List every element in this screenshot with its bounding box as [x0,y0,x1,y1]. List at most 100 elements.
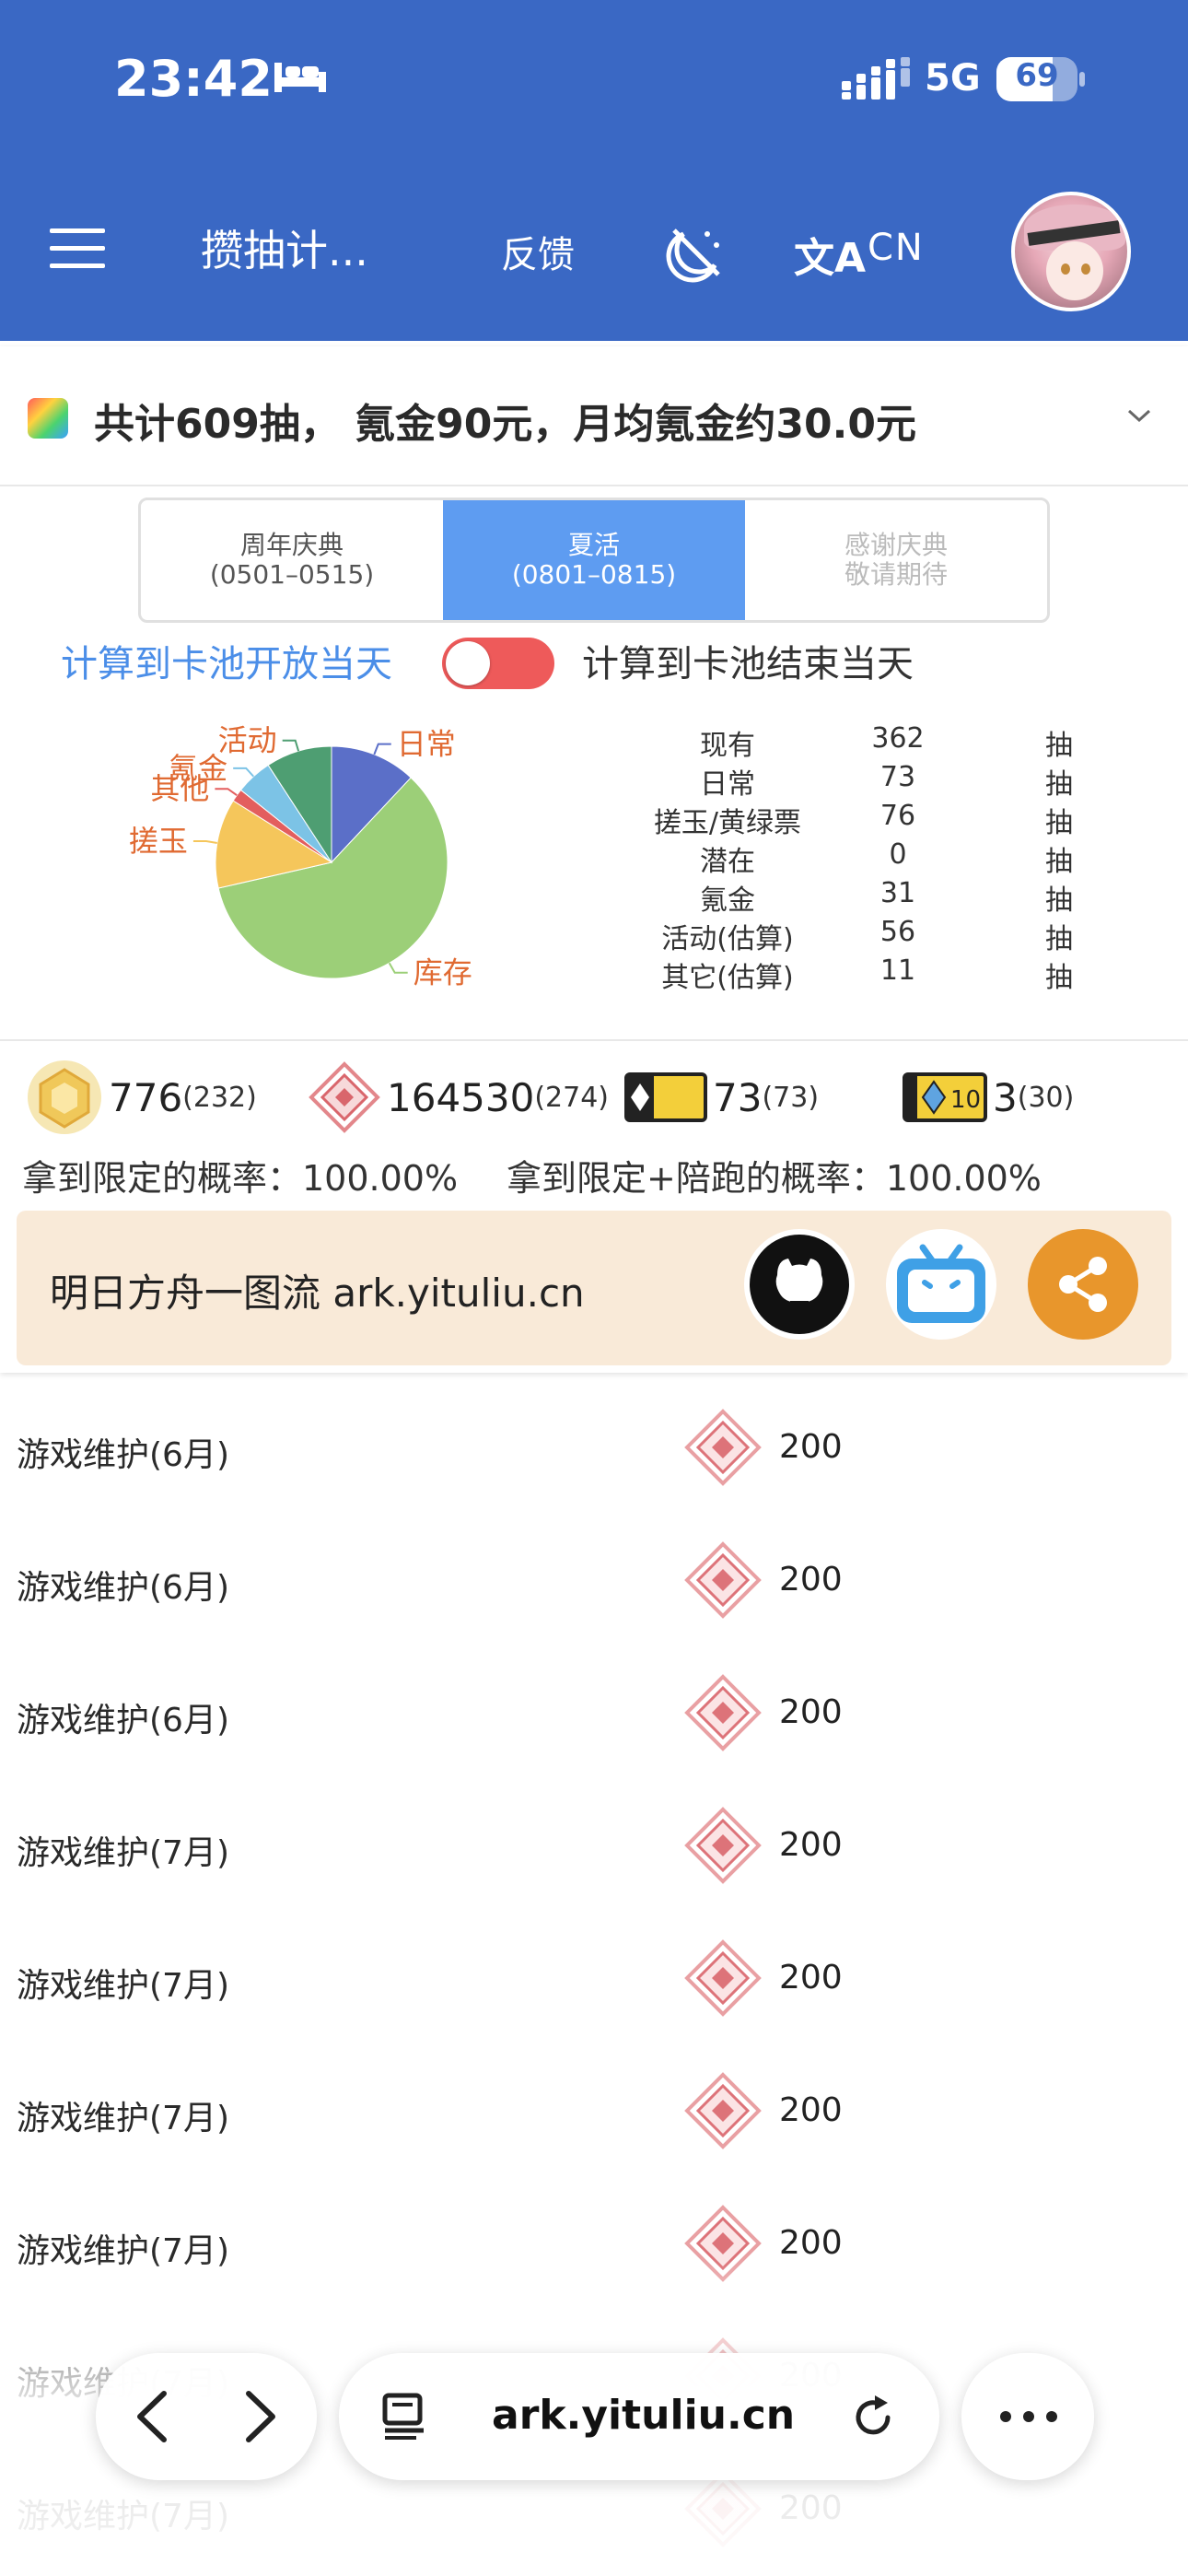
url-text[interactable]: ark.yituliu.cn [492,2392,795,2439]
stat-unit: 抽 [1045,730,1073,762]
orundum-icon [684,1674,762,1751]
bilibili-button[interactable] [886,1229,996,1340]
pie-leader-4 [233,767,254,778]
list-item: 游戏维护(6月) 200 [0,1515,1188,1647]
stat-row: 现有 362 抽 [626,722,1105,762]
color-square-icon [28,398,68,439]
tab-line1: 感谢庆典 [844,530,948,560]
item-name: 游戏维护(7月) [17,1967,229,2005]
pie-label-5: 活动 [218,723,277,758]
stat-label: 氪金 [700,884,755,917]
tab-anniversary[interactable]: 周年庆典 (0501–0515) [141,500,443,620]
stat-value: 362 [871,722,925,755]
avatar[interactable] [1011,192,1131,311]
tab-summer[interactable]: 夏活 (0801–0815) [443,500,745,620]
orundum-pulls: (274) [534,1081,610,1114]
stat-label: 活动(估算) [661,923,794,955]
github-icon [750,1235,849,1334]
item-name: 游戏维护(7月) [17,2100,229,2137]
sleep-mode-icon [274,63,326,92]
item-name: 游戏维护(6月) [17,1569,229,1607]
orundum-icon [684,1541,762,1619]
calc-open-label[interactable]: 计算到卡池开放当天 [61,634,392,687]
orundum-icon [684,2072,762,2149]
stat-value: 56 [879,916,916,948]
tab-thanks[interactable]: 感谢庆典 敬请期待 [745,500,1047,620]
site-banner: 明日方舟一图流 ark.yituliu.cn [17,1211,1171,1365]
stat-row: 其它(估算) 11 抽 [626,954,1105,994]
list-item: 游戏维护(6月) 200 [0,1382,1188,1515]
list-item: 游戏维护(7月) 200 [0,1780,1188,1913]
item-amount: 200 [779,1561,843,1598]
calc-mode-toggle[interactable] [442,638,554,689]
url-bar[interactable]: ark.yituliu.cn [339,2353,939,2480]
item-amount: 200 [779,1693,843,1731]
feedback-link[interactable]: 反馈 [501,225,575,278]
stat-row: 搓玉/黄绿票 76 抽 [626,800,1105,839]
github-button[interactable] [744,1229,855,1340]
pie-label-0: 日常 [397,727,456,762]
stat-value: 0 [889,838,907,871]
forward-icon[interactable] [230,2388,285,2445]
more-icon[interactable] [996,2405,1061,2429]
item-name: 游戏维护(7月) [17,1834,229,1872]
item-amount: 200 [779,2091,843,2129]
calc-end-label[interactable]: 计算到卡池结束当天 [582,634,914,687]
item-name: 游戏维护(6月) [17,1436,229,1474]
item-amount: 200 [779,2224,843,2262]
permit-pulls: (73) [762,1081,820,1114]
orundum-icon [684,1939,762,2017]
bilibili-icon [897,1244,985,1323]
stat-unit: 抽 [1045,884,1073,917]
stat-unit: 抽 [1045,807,1073,839]
stat-unit: 抽 [1045,846,1073,878]
pie-leader-5 [282,739,300,752]
pie-leader-3 [215,788,238,796]
translate-icon[interactable]: 文A [794,225,866,284]
stat-value: 11 [879,954,916,987]
network-type: 5G [925,57,981,100]
originium-resource: 776 (232) [26,1056,257,1139]
orundum-icon [684,1409,762,1486]
battery-level: 69 [1015,57,1059,94]
stat-unit: 抽 [1045,768,1073,801]
divider [0,1039,1188,1041]
battery-cap [1079,72,1085,87]
ten-permit-count: 3 [993,1074,1018,1120]
battery-indicator: 69 [996,57,1077,101]
more-menu[interactable] [961,2353,1094,2480]
stat-unit: 抽 [1045,962,1073,994]
stats-table: 现有 362 抽日常 73 抽搓玉/黄绿票 76 抽潜在 0 抽氪金 31 抽活动(估算) 56 抽其它… [626,722,1105,994]
item-amount: 200 [779,1428,843,1466]
menu-button[interactable] [50,228,105,269]
stat-label: 潜在 [700,846,755,878]
stat-row: 潜在 0 抽 [626,838,1105,878]
orundum-icon [309,1061,380,1133]
stat-label: 日常 [700,768,755,801]
permit-resource: 73 (73) [624,1056,819,1139]
status-time: 23:42 [114,50,273,108]
ten-permit-icon: 10 [903,1072,987,1122]
stat-row: 氪金 31 抽 [626,877,1105,917]
item-amount: 200 [779,1959,843,1996]
summary-header[interactable]: 共计609抽， 氪金90元，月均氪金约30.0元 [0,346,1188,486]
page-title: 攒抽计... [201,226,368,275]
reload-icon[interactable] [847,2392,899,2443]
share-button[interactable] [1028,1229,1138,1340]
browser-nav [96,2353,317,2480]
ten-permit-resource: 10 3 (30) [903,1056,1074,1139]
pie-leader-0 [373,743,391,755]
list-item: 游戏维护(7月) 200 [0,1913,1188,2045]
originium-count: 776 [109,1074,183,1120]
stat-value: 73 [879,761,916,793]
chevron-down-icon[interactable] [1125,402,1153,429]
back-icon[interactable] [127,2388,182,2445]
tab-line2: 敬请期待 [844,559,948,590]
language-label[interactable]: CN [868,227,925,269]
reader-icon[interactable] [379,2392,429,2441]
theme-toggle-icon[interactable] [665,221,728,284]
limited-probability: 拿到限定的概率：100.00% [22,1158,459,1199]
originium-icon [28,1060,101,1134]
list-item: 游戏维护(6月) 200 [0,1647,1188,1780]
pie-leader-1 [388,962,408,974]
